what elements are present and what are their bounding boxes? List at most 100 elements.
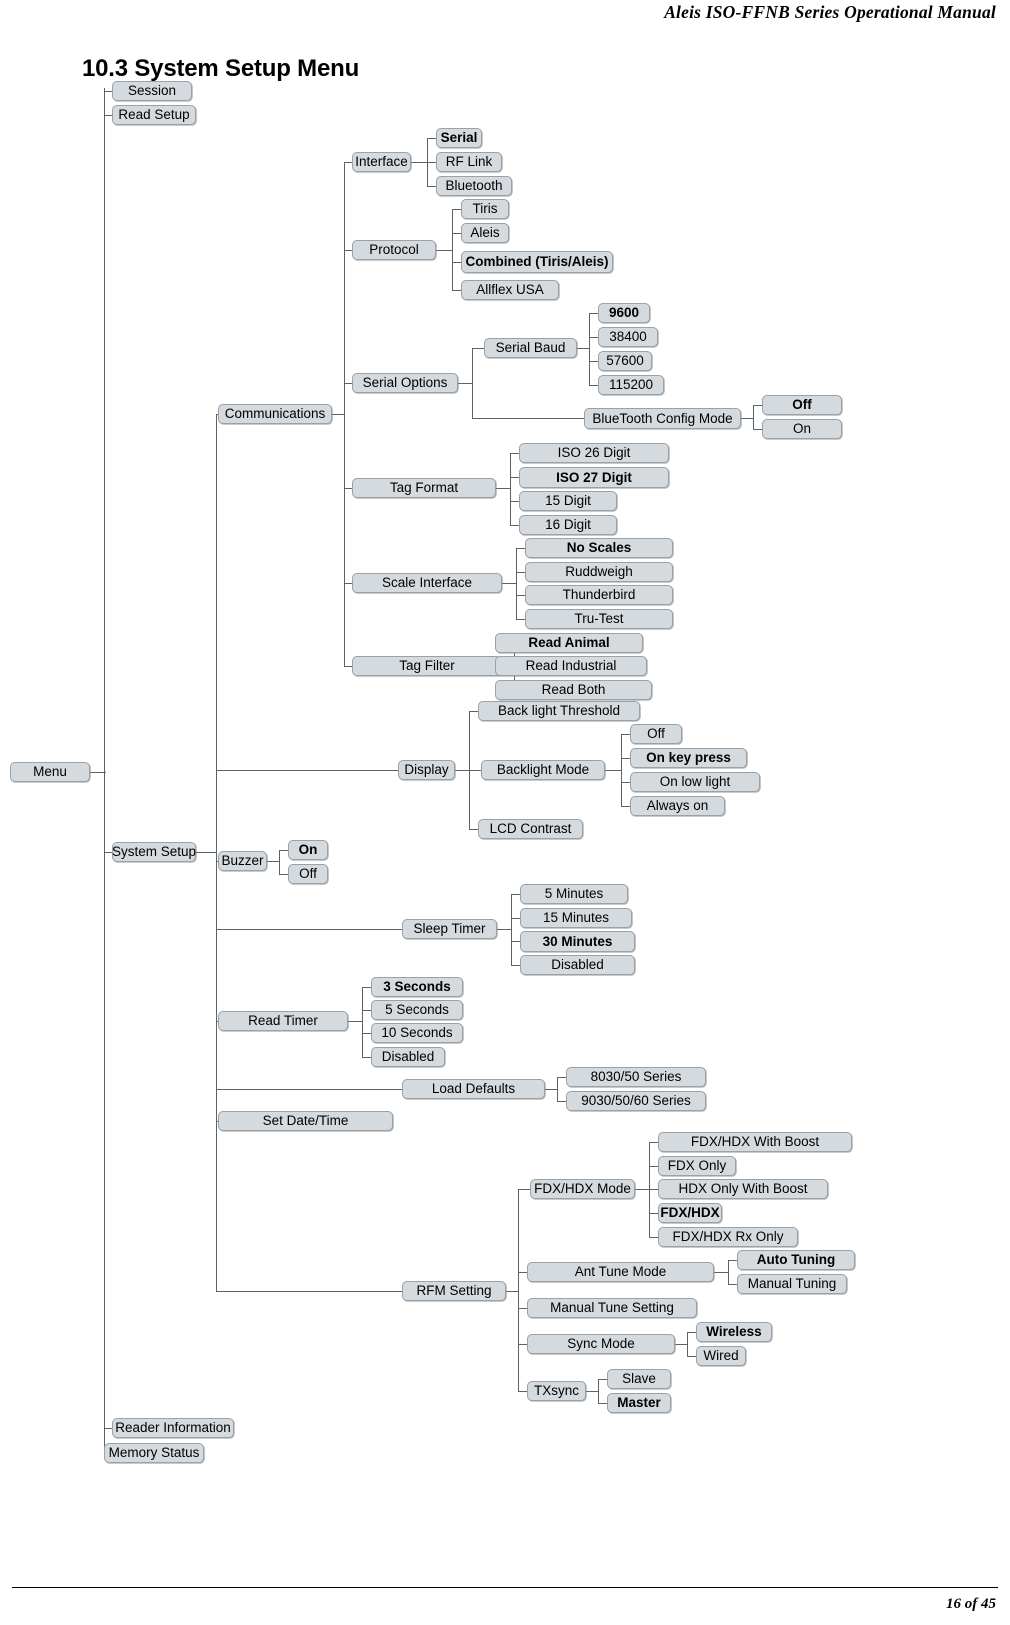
node-protocol-allflex-label: Allflex USA — [476, 282, 544, 298]
node-interface-bluetooth[interactable]: Bluetooth — [436, 176, 512, 196]
node-rt-5s[interactable]: 5 Seconds — [371, 1000, 463, 1020]
node-set-date-time-label: Set Date/Time — [262, 1113, 349, 1129]
node-fh-hdx-boost[interactable]: HDX Only With Boost — [658, 1179, 828, 1199]
connector-display-backlight-mode — [469, 770, 481, 771]
node-ld-8030[interactable]: 8030/50 Series — [566, 1067, 706, 1087]
node-backlight-threshold[interactable]: Back light Threshold — [478, 701, 640, 721]
node-fh-rx-only[interactable]: FDX/HDX Rx Only — [658, 1227, 798, 1247]
node-memory-status[interactable]: Memory Status — [104, 1443, 204, 1463]
node-baud-115200[interactable]: 115200 — [598, 375, 664, 395]
node-baud-38400[interactable]: 38400 — [598, 327, 658, 347]
node-sleep-timer[interactable]: Sleep Timer — [402, 919, 497, 939]
node-atm-auto[interactable]: Auto Tuning — [737, 1250, 855, 1270]
node-serial-baud[interactable]: Serial Baud — [484, 338, 577, 358]
node-protocol-tiris[interactable]: Tiris — [461, 199, 509, 219]
node-set-date-time[interactable]: Set Date/Time — [218, 1111, 393, 1131]
node-scale-interface[interactable]: Scale Interface — [352, 573, 502, 593]
node-rt-10s[interactable]: 10 Seconds — [371, 1023, 463, 1043]
node-protocol-aleis[interactable]: Aleis — [461, 223, 509, 243]
node-backlight-mode[interactable]: Backlight Mode — [481, 760, 605, 780]
node-communications[interactable]: Communications — [218, 404, 332, 424]
node-si-thunderbird[interactable]: Thunderbird — [525, 585, 673, 605]
node-sync-wired[interactable]: Wired — [696, 1346, 746, 1366]
node-baud-9600[interactable]: 9600 — [598, 303, 650, 323]
node-rt-disabled[interactable]: Disabled — [371, 1047, 445, 1067]
connector-sleep-timer-out — [497, 929, 511, 930]
node-reader-information[interactable]: Reader Information — [112, 1418, 234, 1438]
node-tx-master[interactable]: Master — [607, 1393, 671, 1413]
node-interface-rf-link[interactable]: RF Link — [436, 152, 502, 172]
node-sleep-30[interactable]: 30 Minutes — [520, 931, 635, 952]
node-fdx-hdx-mode[interactable]: FDX/HDX Mode — [530, 1179, 635, 1199]
node-tfil-read-both[interactable]: Read Both — [495, 680, 652, 700]
node-tf-16digit[interactable]: 16 Digit — [519, 515, 617, 535]
node-fh-with-boost[interactable]: FDX/HDX With Boost — [658, 1132, 852, 1152]
node-sleep-disabled[interactable]: Disabled — [520, 955, 635, 975]
node-sync-mode[interactable]: Sync Mode — [527, 1334, 675, 1354]
node-manual-tune-setting[interactable]: Manual Tune Setting — [527, 1298, 697, 1318]
node-menu[interactable]: Menu — [10, 762, 90, 782]
node-rt-3s[interactable]: 3 Seconds — [371, 977, 463, 997]
node-lcd-contrast[interactable]: LCD Contrast — [478, 819, 583, 839]
node-display[interactable]: Display — [398, 760, 455, 780]
node-tf-iso26[interactable]: ISO 26 Digit — [519, 443, 669, 463]
node-sleep-15[interactable]: 15 Minutes — [520, 908, 632, 928]
node-rfm-setting[interactable]: RFM Setting — [402, 1281, 506, 1301]
node-tf-15digit[interactable]: 15 Digit — [519, 491, 617, 511]
connector-spine-read-setup — [104, 115, 112, 116]
node-interface[interactable]: Interface — [352, 152, 411, 172]
connector-sleep-5 — [511, 894, 520, 895]
node-tag-format[interactable]: Tag Format — [352, 478, 496, 498]
node-system-setup[interactable]: System Setup — [112, 842, 196, 862]
node-bluetooth-config-mode[interactable]: BlueTooth Config Mode — [584, 408, 741, 429]
connector-rfm-sync-mode — [518, 1344, 527, 1345]
node-tx-master-label: Master — [617, 1395, 661, 1411]
node-fh-fdx-only[interactable]: FDX Only — [658, 1156, 736, 1176]
connector-display-threshold — [469, 711, 478, 712]
node-serial-options[interactable]: Serial Options — [352, 373, 458, 393]
connector-bt-on — [753, 429, 762, 430]
node-read-timer[interactable]: Read Timer — [218, 1011, 348, 1031]
node-serial-options-label: Serial Options — [362, 375, 448, 391]
node-tf-iso27[interactable]: ISO 27 Digit — [519, 467, 669, 488]
node-buzzer-on[interactable]: On — [288, 840, 328, 860]
node-atm-manual[interactable]: Manual Tuning — [737, 1274, 847, 1294]
connector-read-timer-out — [348, 1021, 362, 1022]
connector-ss-display — [216, 770, 398, 771]
connector-bt-config-spine — [753, 405, 754, 429]
node-tfil-read-animal[interactable]: Read Animal — [495, 633, 643, 653]
connector-load-defaults-spine — [557, 1077, 558, 1101]
node-load-defaults[interactable]: Load Defaults — [402, 1079, 545, 1099]
node-interface-serial[interactable]: Serial — [436, 128, 482, 148]
node-bt-on[interactable]: On — [762, 419, 842, 439]
node-tag-filter[interactable]: Tag Filter — [352, 656, 502, 676]
node-sleep-5[interactable]: 5 Minutes — [520, 884, 628, 904]
connector-rt-5s — [362, 1010, 371, 1011]
node-bl-on-low-light[interactable]: On low light — [630, 772, 760, 792]
node-sync-wireless[interactable]: Wireless — [696, 1322, 772, 1342]
node-read-setup[interactable]: Read Setup — [112, 105, 196, 125]
connector-atm-auto — [728, 1260, 737, 1261]
node-baud-57600[interactable]: 57600 — [598, 351, 652, 371]
node-protocol-combined[interactable]: Combined (Tiris/Aleis) — [461, 251, 613, 273]
connector-tag-format-spine — [510, 453, 511, 525]
node-buzzer-off[interactable]: Off — [288, 864, 328, 884]
node-txsync[interactable]: TXsync — [527, 1381, 586, 1401]
node-si-no-scales[interactable]: No Scales — [525, 538, 673, 558]
node-bl-on-key-press[interactable]: On key press — [630, 748, 747, 768]
node-protocol-allflex[interactable]: Allflex USA — [461, 280, 559, 300]
node-tx-slave[interactable]: Slave — [607, 1369, 671, 1389]
node-bt-off[interactable]: Off — [762, 395, 842, 415]
node-si-ruddweigh[interactable]: Ruddweigh — [525, 562, 673, 582]
node-ant-tune-mode[interactable]: Ant Tune Mode — [527, 1262, 714, 1282]
node-tfil-read-industrial[interactable]: Read Industrial — [495, 656, 647, 676]
node-session[interactable]: Session — [112, 81, 192, 101]
node-si-tru-test[interactable]: Tru-Test — [525, 609, 673, 629]
page-canvas: Aleis ISO-FFNB Series Operational Manual… — [0, 0, 1010, 1625]
node-buzzer[interactable]: Buzzer — [218, 851, 267, 871]
node-fh-fdxhdx[interactable]: FDX/HDX — [658, 1203, 722, 1223]
node-bl-always-on[interactable]: Always on — [630, 796, 725, 816]
node-protocol[interactable]: Protocol — [352, 240, 436, 260]
node-ld-9030[interactable]: 9030/50/60 Series — [566, 1091, 706, 1111]
node-bl-off[interactable]: Off — [630, 724, 682, 744]
